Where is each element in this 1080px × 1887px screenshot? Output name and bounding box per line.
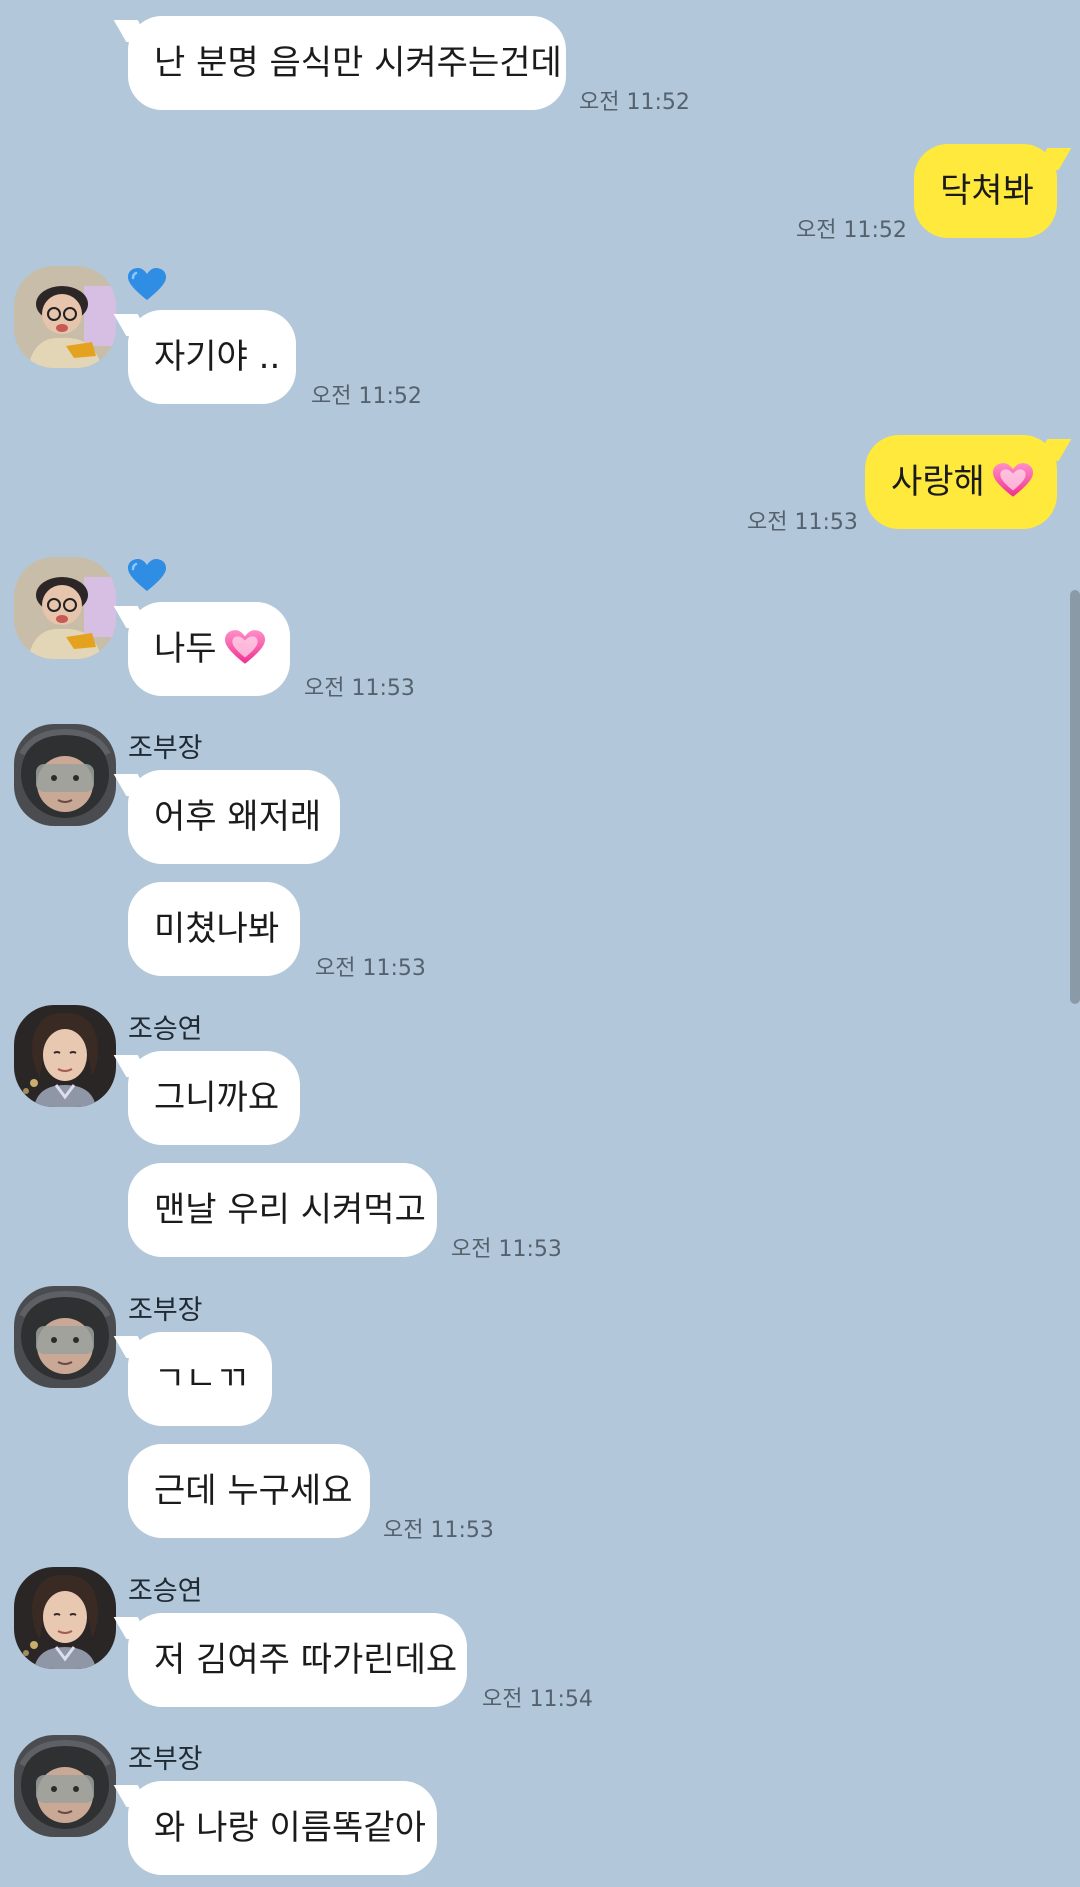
message-text: 난 분명 음식만 시켜주는건데: [154, 43, 562, 83]
message-time: 오전 11:52: [579, 90, 690, 115]
avatar-girlfriend[interactable]: [14, 266, 116, 368]
message-bubble[interactable]: 와 나랑 이름똑같아: [128, 1781, 437, 1875]
message-bubble[interactable]: 맨날 우리 시켜먹고: [128, 1163, 437, 1257]
message-bubble[interactable]: 어후 왜저래: [128, 770, 340, 864]
message-bubble[interactable]: 난 분명 음식만 시켜주는건데: [128, 16, 566, 110]
scrollbar[interactable]: [1070, 590, 1080, 1004]
message-time: 오전 11:52: [796, 218, 907, 243]
pink-heart-icon: [992, 462, 1033, 497]
message-text: ㄱㄴㄲ: [154, 1359, 248, 1399]
message-time: 오전 11:53: [747, 510, 858, 535]
message-time: 오전 11:53: [451, 1237, 562, 1262]
message-bubble[interactable]: ㄱㄴㄲ: [128, 1332, 272, 1426]
message-text: 저 김여주 따가린데요: [154, 1640, 458, 1680]
message-time: 오전 11:54: [482, 1687, 593, 1712]
avatar-jo-seungyeon[interactable]: [14, 1005, 116, 1107]
message-text: 미쳤나봐: [154, 909, 280, 949]
message-bubble[interactable]: 저 김여주 따가린데요: [128, 1613, 467, 1707]
blue-heart-icon: [128, 268, 166, 300]
message-text: 어후 왜저래: [154, 797, 322, 837]
message-time: 오전 11:52: [311, 384, 422, 409]
message-time: 오전 11:53: [383, 1518, 494, 1543]
message-text: 사랑해: [891, 462, 985, 502]
sender-name: 조승연: [128, 1576, 203, 1607]
message-time: 오전 11:53: [315, 956, 426, 981]
message-text: 와 나랑 이름똑같아: [154, 1808, 426, 1848]
message-text: 맨날 우리 시켜먹고: [154, 1190, 426, 1230]
sender-name: 조부장: [128, 733, 203, 764]
message-bubble[interactable]: 근데 누구세요: [128, 1444, 370, 1538]
avatar-jo-seungyeon[interactable]: [14, 1567, 116, 1669]
message-bubble[interactable]: 나두: [128, 602, 290, 696]
message-bubble[interactable]: 미쳤나봐: [128, 882, 300, 976]
message-text: 자기야 ..: [154, 337, 281, 377]
chat-room[interactable]: 난 분명 음식만 시켜주는건데 오전 11:52 닥쳐봐 오전 11:52 자기…: [0, 0, 1080, 1887]
message-bubble[interactable]: 그니까요: [128, 1051, 300, 1145]
blue-heart-icon: [128, 559, 166, 591]
message-bubble[interactable]: 자기야 ..: [128, 310, 296, 404]
avatar-girlfriend[interactable]: [14, 557, 116, 659]
message-text: 그니까요: [154, 1078, 280, 1118]
my-message-bubble[interactable]: 닥쳐봐: [914, 144, 1057, 238]
sender-name: 조승연: [128, 1014, 203, 1045]
message-time: 오전 11:53: [304, 676, 415, 701]
sender-name: 조부장: [128, 1744, 203, 1775]
avatar-jo-bujang[interactable]: [14, 1286, 116, 1388]
sender-name: 조부장: [128, 1295, 203, 1326]
message-text: 근데 누구세요: [154, 1471, 353, 1511]
message-text: 나두: [154, 629, 217, 669]
my-message-bubble[interactable]: 사랑해: [865, 435, 1057, 529]
message-text: 닥쳐봐: [940, 171, 1034, 211]
avatar-jo-bujang[interactable]: [14, 724, 116, 826]
pink-heart-icon: [224, 629, 265, 664]
avatar-jo-bujang[interactable]: [14, 1735, 116, 1837]
